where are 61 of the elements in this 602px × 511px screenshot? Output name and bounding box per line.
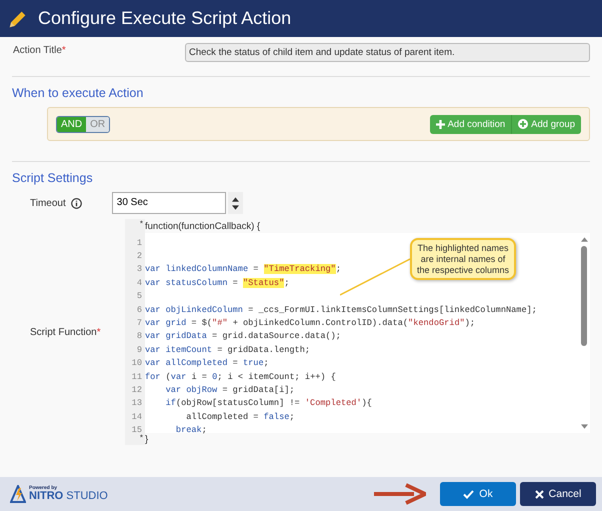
logo-icon bbox=[10, 485, 26, 503]
timeout-field[interactable]: 30 Sec bbox=[112, 192, 226, 214]
code-line: break; bbox=[174, 425, 207, 436]
line-number: 15 bbox=[130, 425, 142, 436]
code-line: var statusColumn = "Status"; bbox=[144, 278, 290, 288]
add-button[interactable]: Add condition bbox=[430, 114, 512, 134]
line-number: 14 bbox=[130, 412, 143, 422]
field-label: Script Function* bbox=[29, 326, 102, 338]
code-line: var gridData = grid.dataSource.data(); bbox=[144, 331, 341, 342]
plus-circle-icon bbox=[518, 119, 528, 129]
line-number: 13 bbox=[130, 398, 143, 408]
field-label: Timeout bbox=[30, 198, 66, 208]
up-arrow-icon bbox=[580, 237, 588, 242]
code-line: for (var i = 0; i < itemCount; i++) { bbox=[144, 372, 336, 382]
spinner-control[interactable] bbox=[228, 192, 243, 214]
line-number: 3 bbox=[136, 264, 143, 274]
code-footer: } bbox=[144, 434, 148, 444]
cancel-button[interactable]: Cancel bbox=[520, 482, 596, 506]
info-icon bbox=[70, 198, 82, 208]
code-editor[interactable] bbox=[124, 233, 590, 433]
line-number: 10 bbox=[130, 358, 143, 368]
logic-toggle[interactable]: AND bbox=[57, 116, 86, 132]
add-button[interactable]: Add group bbox=[512, 114, 581, 134]
plus-icon bbox=[436, 120, 445, 128]
field-label: Action Title* bbox=[12, 44, 67, 56]
line-number: 6 bbox=[136, 304, 143, 315]
window-title: Configure Execute Script Action bbox=[38, 8, 292, 29]
line-number: 1 bbox=[136, 238, 143, 248]
code-line: var grid = $("#" + objLinkedColumn.ControlID).data("kendoGrid"); bbox=[144, 318, 476, 328]
down-arrow-icon bbox=[232, 204, 239, 210]
logic-toggle[interactable]: OR bbox=[86, 116, 110, 132]
leader-line bbox=[340, 257, 410, 297]
close-icon bbox=[534, 490, 544, 498]
line-number: 11 bbox=[130, 372, 143, 382]
brand-name: NITRO STUDIO bbox=[29, 491, 108, 502]
line-number: 8 bbox=[136, 331, 143, 342]
fold-marker: * bbox=[124, 219, 145, 233]
line-number: 4 bbox=[136, 278, 143, 288]
section-heading: Script Settings bbox=[12, 171, 94, 185]
line-number: 9 bbox=[136, 344, 143, 355]
checkmark-icon bbox=[463, 490, 474, 498]
code-line: var objRow = gridData[i]; bbox=[164, 384, 295, 395]
arrow-icon bbox=[374, 483, 426, 505]
code-line: var objLinkedColumn = _ccs_FormUI.linkItemsColumnSettings[linkedColumnName]; bbox=[144, 304, 537, 315]
code-line: var linkedColumnName = "TimeTracking"; bbox=[144, 264, 341, 274]
code-line: if(objRow[statusColumn] != 'Completed'){ bbox=[164, 398, 372, 408]
line-number: 5 bbox=[136, 291, 143, 302]
code-line: var itemCount = gridData.length; bbox=[144, 344, 310, 355]
section-heading: When to execute Action bbox=[12, 86, 144, 100]
action-title-field[interactable]: Check the status of child item and update status of parent item. bbox=[185, 43, 590, 62]
down-arrow-icon bbox=[580, 424, 588, 429]
up-arrow-icon bbox=[232, 196, 239, 202]
ok-button[interactable]: Ok bbox=[440, 482, 516, 506]
line-number: 7 bbox=[136, 318, 143, 328]
line-number: 12 bbox=[130, 384, 143, 395]
line-number: 2 bbox=[136, 251, 143, 262]
code-line: var allCompleted = true; bbox=[144, 358, 269, 368]
fold-marker: * bbox=[124, 433, 145, 445]
code-header: function(functionCallback) { bbox=[144, 220, 260, 232]
code-line: allCompleted = false; bbox=[185, 412, 295, 422]
callout-note: The highlighted names are internal names of the respective columns bbox=[410, 238, 516, 280]
